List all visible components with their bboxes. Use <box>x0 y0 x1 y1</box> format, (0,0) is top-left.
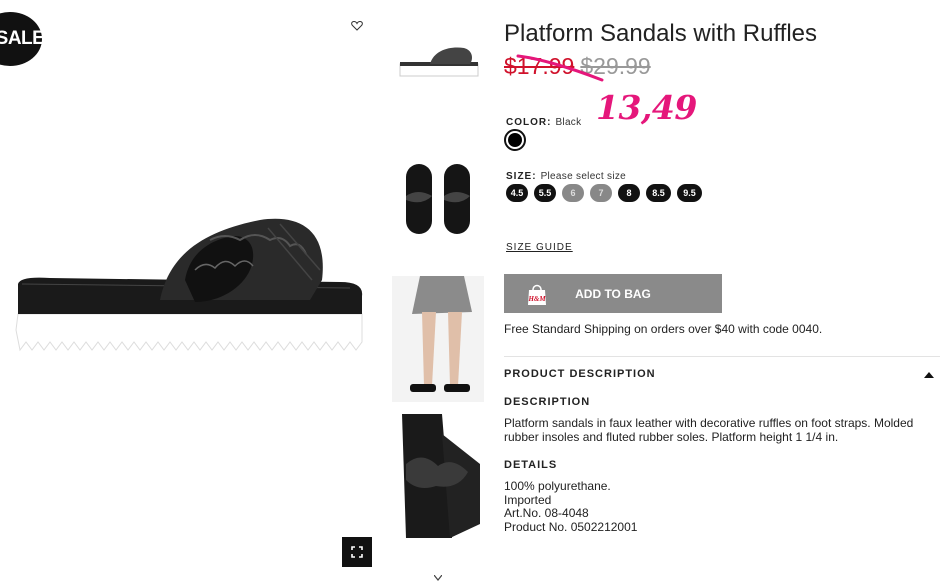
add-to-bag-button[interactable]: H&M ADD TO BAG <box>504 274 722 313</box>
size-guide-link[interactable]: SIZE GUIDE <box>506 242 573 253</box>
add-to-bag-label: ADD TO BAG <box>575 286 651 301</box>
caret-up-icon <box>924 372 934 378</box>
size-option[interactable]: 8.5 <box>646 184 671 202</box>
sale-badge-text: SALE <box>0 28 45 49</box>
size-label: SIZE: <box>506 171 537 182</box>
thumbnail-detail-view[interactable] <box>392 414 484 538</box>
thumbnail-top-view[interactable] <box>392 160 484 240</box>
original-price: $29.99 <box>580 53 651 79</box>
main-product-image <box>15 218 363 352</box>
description-title: DESCRIPTION <box>504 396 591 408</box>
color-swatch-black[interactable] <box>504 129 526 151</box>
description-text: Platform sandals in faux leather with de… <box>504 416 914 444</box>
color-value: Black <box>555 117 582 128</box>
size-option[interactable]: 4.5 <box>506 184 528 202</box>
size-option[interactable]: 8 <box>618 184 640 202</box>
shopping-bag-icon: H&M <box>527 284 546 305</box>
size-option[interactable]: 6 <box>562 184 584 202</box>
shipping-note: Free Standard Shipping on orders over $4… <box>504 322 823 336</box>
fullscreen-button[interactable] <box>342 537 372 567</box>
swatch-dot <box>508 133 522 147</box>
divider <box>504 356 940 357</box>
details-title: DETAILS <box>504 459 558 471</box>
size-option[interactable]: 9.5 <box>677 184 702 202</box>
thumbnail-model-view[interactable] <box>392 276 484 402</box>
color-label: COLOR: <box>506 117 552 128</box>
thumbnail-side-view[interactable] <box>392 40 484 90</box>
sale-badge: SALE <box>0 12 45 66</box>
details-item: Art.No. 08-4048 <box>504 506 589 520</box>
size-row: SIZE: Please select size <box>506 166 626 184</box>
size-options: 4.5 5.5 6 7 8 8.5 9.5 <box>506 184 702 202</box>
size-option[interactable]: 7 <box>590 184 612 202</box>
details-list: 100% polyurethane. Imported Art.No. 08-4… <box>504 479 638 534</box>
size-hint: Please select size <box>540 171 627 182</box>
bag-logo-text: H&M <box>527 295 546 303</box>
handwritten-price: 13,49 <box>596 88 697 127</box>
size-option[interactable]: 5.5 <box>534 184 556 202</box>
caret-down-icon[interactable] <box>434 575 442 581</box>
details-item: 100% polyurethane. <box>504 479 611 493</box>
product-description-header: PRODUCT DESCRIPTION <box>504 368 656 380</box>
price-block: $17.99 $29.99 <box>504 53 651 80</box>
product-title: Platform Sandals with Ruffles <box>504 20 818 47</box>
heart-icon <box>351 20 363 31</box>
fullscreen-icon <box>351 546 363 558</box>
details-item: Imported <box>504 492 552 507</box>
product-description-toggle[interactable]: PRODUCT DESCRIPTION <box>504 368 934 380</box>
details-item: Product No. 0502212001 <box>504 519 638 534</box>
color-row: COLOR: Black <box>506 112 581 130</box>
add-to-favorites-button[interactable] <box>347 15 367 35</box>
sale-price: $17.99 <box>504 53 575 79</box>
